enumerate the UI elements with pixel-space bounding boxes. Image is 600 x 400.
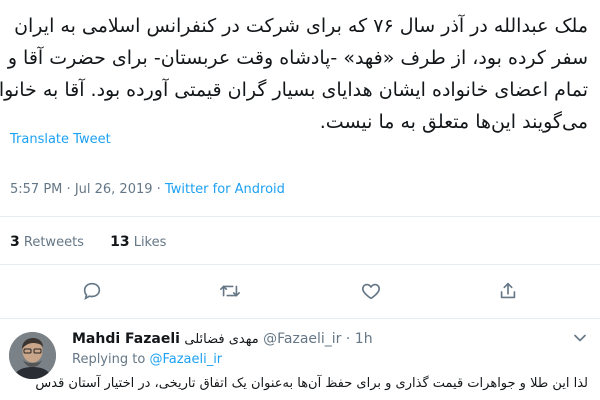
retweet-icon	[220, 285, 240, 297]
tweet-time[interactable]: 5:57 PM	[10, 182, 62, 197]
retweets-count: 3	[10, 234, 20, 250]
retweets-stat[interactable]: 3 Retweets	[10, 234, 88, 250]
tweet-date[interactable]: Jul 26, 2019	[75, 182, 153, 197]
reply-tweet[interactable]: Mahdi Fazaeli مهدی فضائلی @Fazaeli_ir · …	[0, 318, 600, 400]
tweet-meta: 5:57 PM · Jul 26, 2019 · Twitter for And…	[10, 182, 285, 197]
reply-author-fa-name[interactable]: مهدی فضائلی	[184, 332, 258, 347]
meta-separator: ·	[156, 182, 161, 197]
likes-label: Likes	[133, 235, 167, 250]
replying-prefix: Replying to	[72, 352, 146, 367]
meta-separator: ·	[345, 331, 351, 347]
reply-header: Mahdi Fazaeli مهدی فضائلی @Fazaeli_ir · …	[72, 331, 373, 347]
avatar[interactable]	[9, 332, 56, 379]
tweet-actions	[0, 270, 600, 310]
meta-separator: ·	[66, 182, 71, 197]
tweet-line-1: ملک عبدالله در آذر سال ۷۶ که برای شرکت د…	[14, 15, 588, 37]
reply-time[interactable]: 1h	[355, 331, 373, 347]
tweet-line-2: سفر کرده بود، از طرف «فهد» -پادشاه وقت ع…	[7, 47, 588, 69]
replying-mention-link[interactable]: @Fazaeli_ir	[149, 352, 222, 367]
reply-author-handle[interactable]: @Fazaeli_ir	[263, 331, 341, 347]
reply-author-name[interactable]: Mahdi Fazaeli	[72, 331, 180, 347]
replying-to: Replying to @Fazaeli_ir	[72, 352, 222, 367]
tweet-source-link[interactable]: Twitter for Android	[165, 182, 285, 197]
like-icon	[362, 283, 380, 300]
reply-text: لذا این طلا و جواهرات قیمت گذاری و برای …	[35, 376, 588, 391]
tweet-stats: 3 Retweets 13 Likes	[10, 234, 188, 250]
reply-button[interactable]	[79, 278, 105, 304]
chevron-down-icon[interactable]	[570, 328, 590, 348]
likes-stat[interactable]: 13 Likes	[110, 234, 167, 250]
translate-tweet-link[interactable]: Translate Tweet	[10, 132, 111, 147]
retweets-label: Retweets	[23, 235, 84, 250]
share-button[interactable]	[495, 278, 521, 304]
reply-icon	[83, 282, 101, 301]
like-button[interactable]	[358, 278, 384, 304]
divider	[0, 216, 600, 217]
share-icon	[500, 282, 516, 299]
likes-count: 13	[110, 234, 130, 250]
tweet-text: ملک عبدالله در آذر سال ۷۶ که برای شرکت د…	[0, 10, 588, 138]
tweet-line-3: تمام اعضای خانواده ایشان هدایای بسیار گر…	[0, 79, 588, 101]
divider	[0, 264, 600, 265]
retweet-button[interactable]	[217, 278, 243, 304]
